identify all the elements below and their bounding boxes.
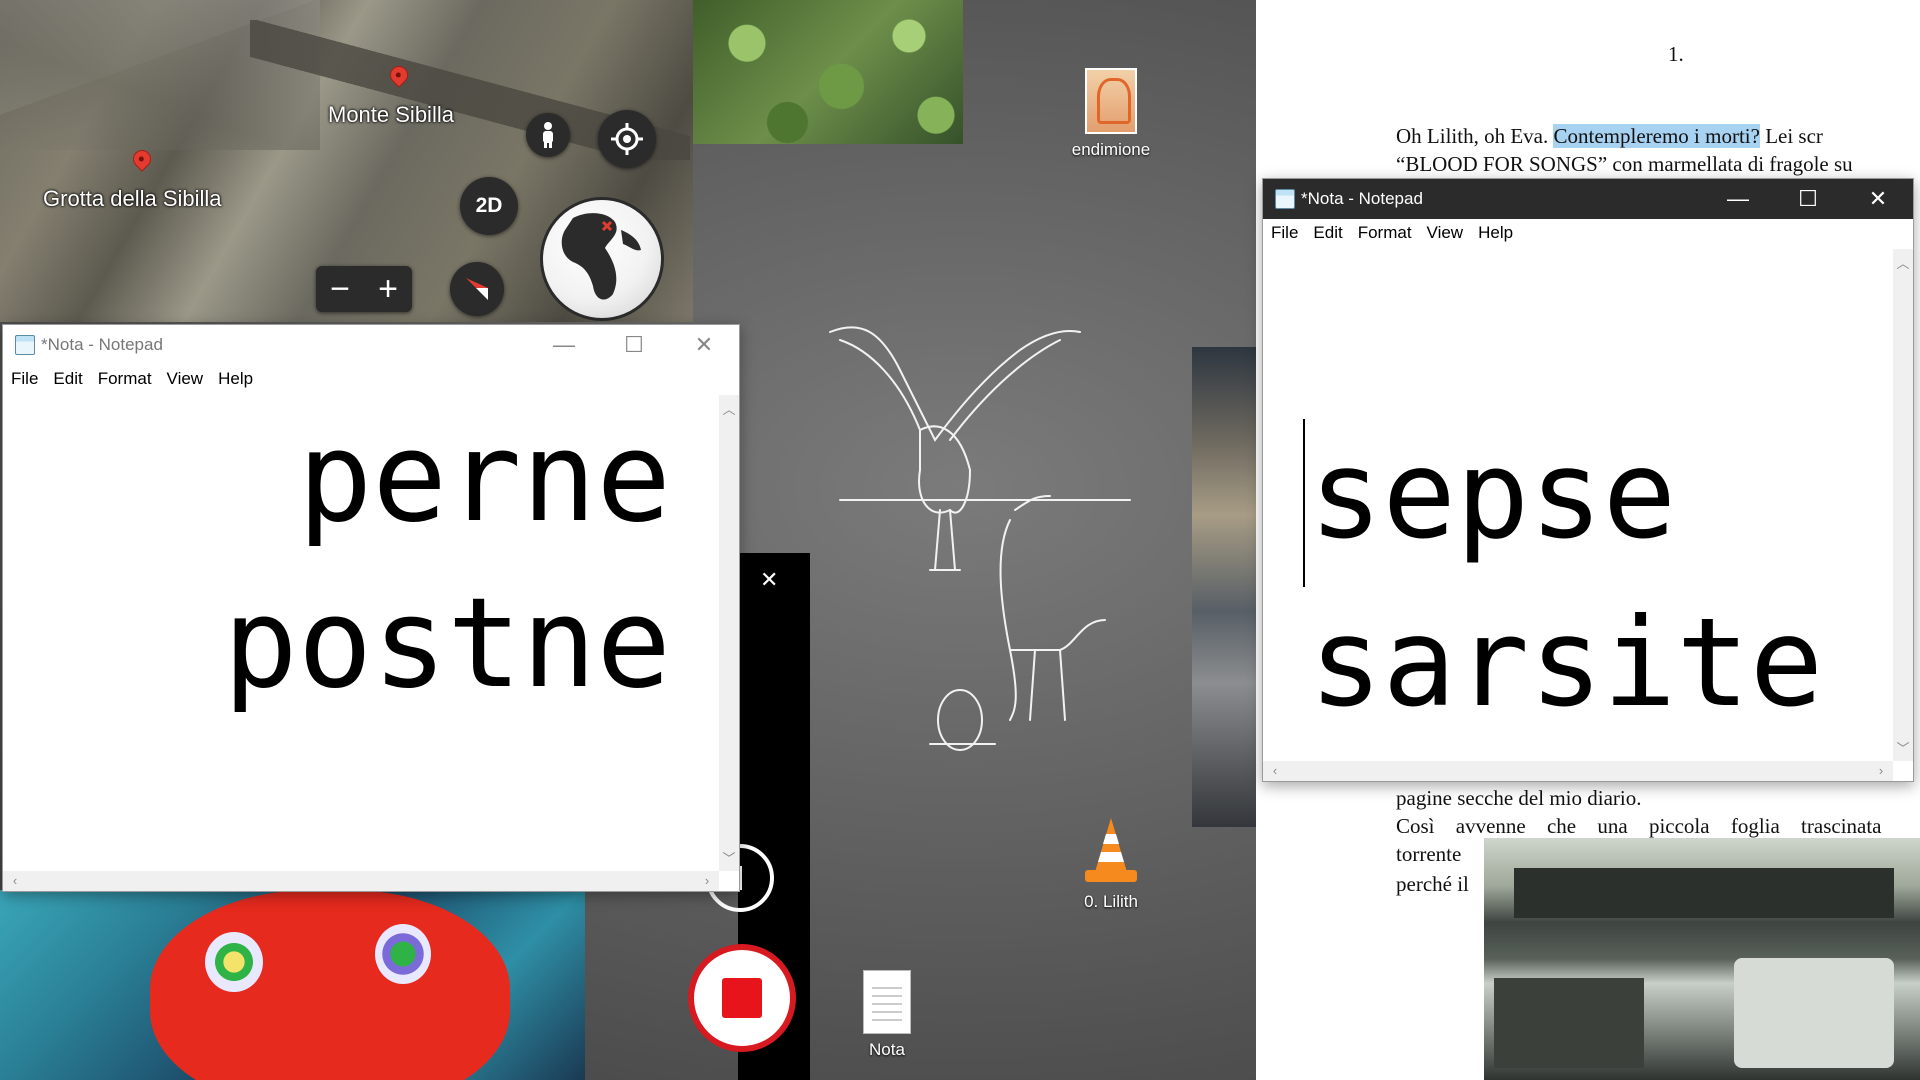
selected-text[interactable]: Contempleremo i morti?	[1553, 124, 1760, 148]
desktop-icon-label: 0. Lilith	[1084, 892, 1138, 911]
map-view[interactable]: Monte Sibilla Grotta della Sibilla 2D − …	[0, 0, 693, 322]
menu-bar: File Edit Format View Help	[3, 365, 739, 393]
leaves-photo	[693, 0, 963, 144]
doc-line-4: Così avvenne che una piccola foglia tras…	[1396, 814, 1882, 838]
doc-text: Lei scr	[1759, 124, 1823, 148]
scroll-right-icon[interactable]: ›	[1871, 763, 1891, 778]
text-editor[interactable]: perne postne	[3, 395, 719, 871]
globe-icon	[561, 213, 641, 300]
menu-view[interactable]: View	[1427, 223, 1464, 243]
text-line: sepse	[1309, 424, 1677, 566]
vertical-scrollbar[interactable]: ︿ ﹀	[719, 395, 739, 871]
window-title: *Nota - Notepad	[41, 335, 163, 354]
menu-file[interactable]: File	[1271, 223, 1298, 243]
text-line: postne	[223, 572, 671, 716]
person-icon	[543, 122, 553, 148]
map-label-grotta-sibilla[interactable]: Grotta della Sibilla	[43, 186, 222, 212]
minimize-button[interactable]: —	[529, 325, 599, 365]
trucks-photo	[1484, 838, 1920, 1080]
text-line: sarsite	[1309, 592, 1824, 734]
desktop-icon-endimione[interactable]: endimione	[1056, 68, 1166, 160]
notepad-titlebar[interactable]: *Nota - Notepad — ☐ ✕	[1263, 179, 1913, 219]
scroll-up-icon[interactable]: ︿	[1893, 253, 1913, 272]
doc-line-1: Oh Lilith, oh Eva. Contempleremo i morti…	[1396, 124, 1823, 149]
menu-edit[interactable]: Edit	[1313, 223, 1342, 243]
street-view-button[interactable]	[526, 113, 570, 157]
notepad-window-left[interactable]: *Nota - Notepad — ☐ ✕ File Edit Format V…	[2, 324, 740, 892]
background-photo-strip	[1192, 347, 1256, 827]
notepad-window-right[interactable]: *Nota - Notepad — ☐ ✕ File Edit Format V…	[1262, 178, 1914, 782]
vlc-cone-icon	[1085, 818, 1137, 882]
globe-button[interactable]	[540, 197, 664, 321]
doc-line-3: pagine secche del mio diario.	[1396, 786, 1642, 810]
menu-file[interactable]: File	[11, 369, 38, 389]
desktop-icon-nota[interactable]: Nota	[832, 970, 942, 1060]
toggle-2d-button[interactable]: 2D	[460, 177, 518, 235]
notepad-icon	[15, 335, 35, 355]
menu-help[interactable]: Help	[1478, 223, 1513, 243]
compass-button[interactable]	[450, 262, 504, 316]
text-cursor	[1303, 419, 1305, 587]
desktop-icon-label: Nota	[869, 1040, 905, 1059]
image-file-icon	[1085, 68, 1137, 134]
menu-bar: File Edit Format View Help	[1263, 219, 1913, 247]
menu-edit[interactable]: Edit	[53, 369, 82, 389]
scroll-down-icon[interactable]: ﹀	[719, 848, 739, 867]
menu-format[interactable]: Format	[98, 369, 152, 389]
crosshair-icon	[611, 123, 643, 155]
scroll-up-icon[interactable]: ︿	[719, 399, 739, 418]
maximize-button[interactable]: ☐	[599, 325, 669, 365]
page-number: 1.	[1668, 42, 1684, 66]
doc-line-2: “BLOOD FOR SONGS” con marmellata di frag…	[1396, 152, 1853, 176]
zoom-out-button[interactable]: −	[330, 270, 350, 309]
maximize-button[interactable]: ☐	[1773, 179, 1843, 219]
notepad-icon	[1275, 189, 1295, 209]
horizontal-scrollbar[interactable]: ‹ ›	[1263, 761, 1893, 781]
zoom-in-button[interactable]: +	[378, 270, 398, 309]
scroll-down-icon[interactable]: ﹀	[1893, 738, 1913, 757]
menu-help[interactable]: Help	[218, 369, 253, 389]
zoom-control: − +	[316, 266, 412, 312]
map-label-monte-sibilla[interactable]: Monte Sibilla	[328, 102, 454, 128]
scroll-right-icon[interactable]: ›	[697, 873, 717, 888]
red-face-photo	[0, 890, 585, 1080]
text-line: perne	[297, 406, 671, 550]
close-button[interactable]: ✕	[669, 325, 739, 365]
stop-icon	[722, 978, 762, 1018]
stop-record-button[interactable]	[688, 944, 796, 1052]
close-button[interactable]: ✕	[1843, 179, 1913, 219]
notepad-titlebar[interactable]: *Nota - Notepad — ☐ ✕	[3, 325, 739, 365]
doc-text: Oh Lilith, oh Eva.	[1396, 124, 1554, 148]
scroll-left-icon[interactable]: ‹	[1265, 763, 1285, 778]
my-location-button[interactable]	[598, 110, 656, 168]
map-pin-grotta-sibilla[interactable]	[129, 146, 155, 172]
recorder-close-button[interactable]: ✕	[760, 567, 778, 593]
doc-line-6: perché il	[1396, 872, 1469, 896]
desktop-icon-label: endimione	[1071, 140, 1151, 159]
menu-format[interactable]: Format	[1358, 223, 1412, 243]
desktop-icon-lilith[interactable]: 0. Lilith	[1056, 816, 1166, 912]
menu-view[interactable]: View	[167, 369, 204, 389]
minimize-button[interactable]: —	[1703, 179, 1773, 219]
vertical-scrollbar[interactable]: ︿ ﹀	[1893, 249, 1913, 761]
window-title: *Nota - Notepad	[1301, 189, 1423, 208]
compass-icon	[466, 278, 488, 300]
text-file-icon	[863, 970, 911, 1034]
horizontal-scrollbar[interactable]: ‹ ›	[3, 871, 719, 891]
doc-line-5: torrente	[1396, 842, 1462, 866]
text-editor[interactable]: sepse sarsite	[1263, 249, 1893, 761]
sketch-drawing	[829, 326, 1131, 751]
scroll-left-icon[interactable]: ‹	[5, 873, 25, 888]
